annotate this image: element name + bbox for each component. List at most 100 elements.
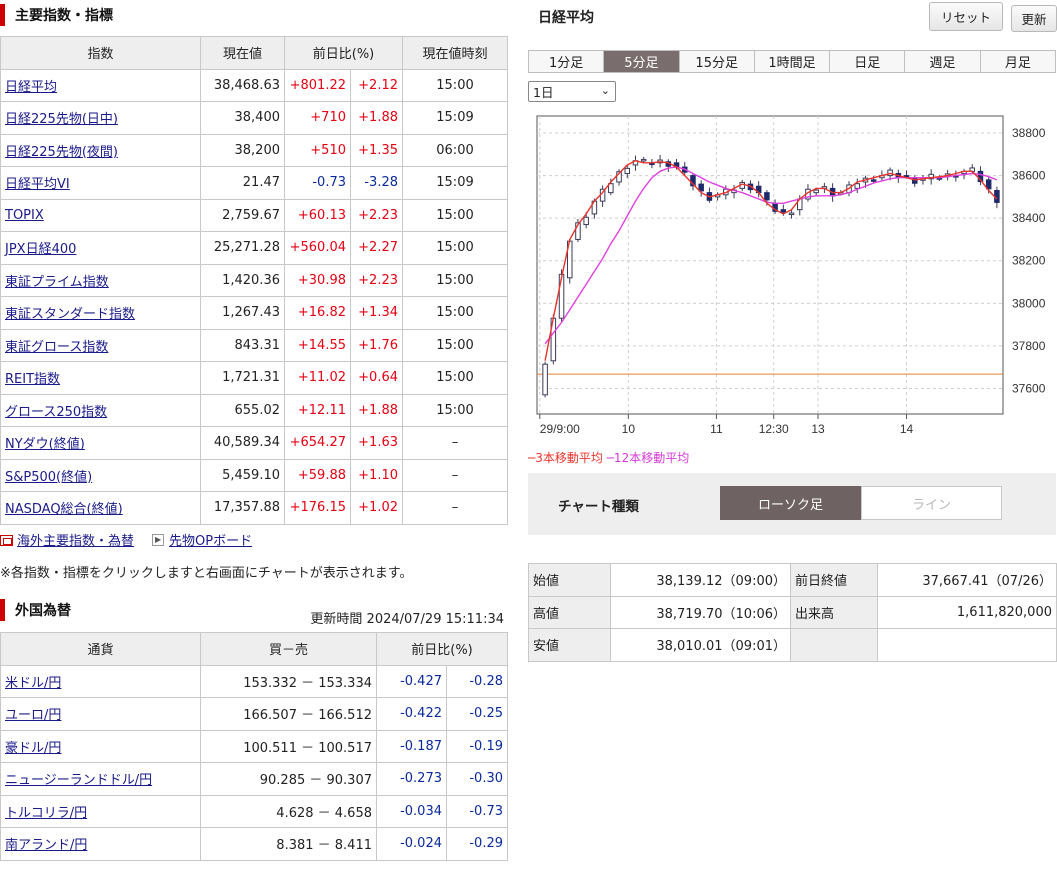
index-change: +16.82 <box>284 296 351 330</box>
index-row[interactable]: グロース250指数 655.02 +12.11 +1.88 15:00 <box>0 393 508 427</box>
index-name-link[interactable]: 東証グロース指数 <box>5 340 108 355</box>
index-time: 15:00 <box>402 361 508 395</box>
timeframe-tab[interactable]: 日足 <box>830 51 906 72</box>
index-change: +12.11 <box>284 393 351 427</box>
index-time: 06:00 <box>402 133 508 167</box>
fx-change-pct: -0.29 <box>446 827 508 861</box>
index-row[interactable]: 東証スタンダード指数 1,267.43 +16.82 +1.34 15:00 <box>0 296 508 330</box>
timeframe-tabs: 1分足 5分足 15分足 1時間足 日足 週足 月足 <box>528 50 1056 73</box>
candle-up <box>854 183 861 189</box>
index-time: 15:00 <box>402 231 508 265</box>
index-row[interactable]: JPX日経400 25,271.28 +560.04 +2.27 15:00 <box>0 231 508 265</box>
fx-row[interactable]: 南アランド/円 8.381 － 8.411 -0.024 -0.29 <box>0 827 508 861</box>
index-name-link[interactable]: 日経225先物(夜間) <box>5 145 118 160</box>
index-time: 15:09 <box>402 101 508 135</box>
fx-bidask: 4.628 － 4.658 <box>200 794 377 828</box>
chart-type-line-button[interactable]: ライン <box>861 486 1002 520</box>
fx-name-link[interactable]: 米ドル/円 <box>5 676 61 691</box>
section-accent-bar <box>0 4 5 26</box>
fx-name-cell: 南アランド/円 <box>0 827 201 861</box>
fx-row[interactable]: ユーロ/円 166.507 － 166.512 -0.422 -0.25 <box>0 697 508 731</box>
index-price: 5,459.10 <box>200 458 285 492</box>
fx-row[interactable]: ニュージーランドドル/円 90.285 － 90.307 -0.273 -0.30 <box>0 762 508 796</box>
index-name-link[interactable]: 日経平均VI <box>5 177 70 192</box>
fx-change-pct: -0.19 <box>446 729 508 763</box>
index-name-link[interactable]: 東証プライム指数 <box>5 275 109 290</box>
y-tick-label: 38200 <box>1012 254 1046 268</box>
fx-name-link[interactable]: 南アランド/円 <box>5 838 87 853</box>
timeframe-tab[interactable]: 1時間足 <box>754 51 831 72</box>
col-header-price: 現在値 <box>200 36 285 70</box>
candle-up <box>640 158 647 162</box>
index-row[interactable]: 日経平均VI 21.47 -0.73 -3.28 15:09 <box>0 166 508 200</box>
index-time: – <box>402 426 508 460</box>
chart-type-candle-button[interactable]: ローソク足 <box>720 486 861 520</box>
index-row[interactable]: S&P500(終値) 5,459.10 +59.88 +1.10– <box>0 458 508 492</box>
index-price: 2,759.67 <box>200 198 285 232</box>
index-row[interactable]: 東証プライム指数 1,420.36 +30.98 +2.23 15:00 <box>0 263 508 297</box>
index-name-link[interactable]: REIT指数 <box>5 372 60 387</box>
timeframe-tab[interactable]: 週足 <box>905 51 981 72</box>
high-label: 高値 <box>528 595 611 629</box>
fx-table: 通貨 買－売 前日比(%) 米ドル/円 153.332 － 153.334 -0.4… <box>0 632 508 861</box>
fx-change-pct: -0.28 <box>446 664 508 698</box>
index-change-pct: +1.02 <box>350 491 403 525</box>
fx-row[interactable]: 豪ドル/円 100.511 － 100.517 -0.187 -0.19 <box>0 729 508 763</box>
indices-section-header: 主要指数・指標 <box>0 2 113 28</box>
candle-down <box>764 192 770 201</box>
index-price: 25,271.28 <box>200 231 285 265</box>
y-tick-label: 38800 <box>1012 126 1046 140</box>
index-change: +30.98 <box>284 263 351 297</box>
index-name-link[interactable]: NASDAQ総合(終値) <box>5 502 123 517</box>
futures-board-link[interactable]: 先物OPボード <box>169 530 252 549</box>
timeframe-tab[interactable]: 5分足 <box>604 51 680 72</box>
price-stats-table: 始値 38,139.12（09:00） 前日終値 37,667.41（07/26… <box>528 563 1057 662</box>
index-row[interactable]: REIT指数 1,721.31 +11.02 +0.64 15:00 <box>0 361 508 395</box>
stats-row: 安値 38,010.01（09:01） <box>528 628 1057 662</box>
index-row[interactable]: 東証グロース指数 843.31 +14.55 +1.76 15:00 <box>0 328 508 362</box>
reset-button[interactable]: リセット <box>929 2 1003 31</box>
fx-bidask: 166.507 － 166.512 <box>200 697 377 731</box>
timeframe-tab[interactable]: 月足 <box>980 51 1055 72</box>
overseas-indices-link[interactable]: 海外主要指数・為替 <box>17 530 134 549</box>
fx-row[interactable]: トルコリラ/円 4.628 － 4.658 -0.034 -0.73 <box>0 794 508 828</box>
empty-value <box>877 628 1057 662</box>
fx-name-link[interactable]: トルコリラ/円 <box>5 806 87 821</box>
index-name-link[interactable]: JPX日経400 <box>5 242 76 257</box>
timeframe-tab[interactable]: 15分足 <box>679 51 755 72</box>
index-change-pct: +1.10 <box>350 458 403 492</box>
chart-type-label: チャート種類 <box>558 499 639 515</box>
index-name-link[interactable]: グロース250指数 <box>5 405 107 420</box>
timeframe-tab[interactable]: 1分足 <box>529 51 605 72</box>
index-change: +560.04 <box>284 231 351 265</box>
index-row[interactable]: NYダウ(終値) 40,589.34 +654.27 +1.63– <box>0 426 508 460</box>
index-name-link[interactable]: 日経225先物(日中) <box>5 112 118 127</box>
fx-name-link[interactable]: ユーロ/円 <box>5 708 61 723</box>
candle-up <box>624 167 631 174</box>
candlestick-chart[interactable]: 37600 37800 38000 38200 38400 38600 38800 29/9:… <box>528 110 1056 440</box>
fx-name-link[interactable]: ニュージーランドドル/円 <box>5 773 152 788</box>
index-row[interactable]: NASDAQ総合(終値) 17,357.88 +176.15 +1.02– <box>0 491 508 525</box>
index-name-link[interactable]: NYダウ(終値) <box>5 437 85 452</box>
index-row[interactable]: 日経225先物(日中) 38,400 +710 +1.88 15:09 <box>0 101 508 135</box>
index-time: 15:00 <box>402 263 508 297</box>
index-name-link[interactable]: 東証スタンダード指数 <box>5 307 135 322</box>
refresh-button[interactable]: 更新 <box>1011 5 1057 32</box>
index-row[interactable]: 日経225先物(夜間) 38,200 +510 +1.35 06:00 <box>0 133 508 167</box>
index-change-pct: +1.76 <box>350 328 403 362</box>
index-row[interactable]: TOPIX 2,759.67 +60.13 +2.23 15:00 <box>0 198 508 232</box>
play-icon: ▶ <box>152 533 165 546</box>
index-row[interactable]: 日経平均 38,468.63 +801.22 +2.12 15:00 <box>0 68 508 102</box>
x-tick-label: 11 <box>710 422 723 436</box>
fx-name-link[interactable]: 豪ドル/円 <box>5 741 61 756</box>
period-select[interactable]: 1日 ⌄ <box>528 81 616 102</box>
index-name-link[interactable]: 日経平均 <box>5 80 57 95</box>
ma-legend: ─3本移動平均 ─12本移動平均 <box>528 449 689 466</box>
low-label: 安値 <box>528 628 611 662</box>
index-change: +801.22 <box>284 68 351 102</box>
index-name-link[interactable]: S&P500(終値) <box>5 470 92 485</box>
index-change: +59.88 <box>284 458 351 492</box>
fx-row[interactable]: 米ドル/円 153.332 － 153.334 -0.427 -0.28 <box>0 664 508 698</box>
index-name-link[interactable]: TOPIX <box>5 208 44 223</box>
index-change: +11.02 <box>284 361 351 395</box>
